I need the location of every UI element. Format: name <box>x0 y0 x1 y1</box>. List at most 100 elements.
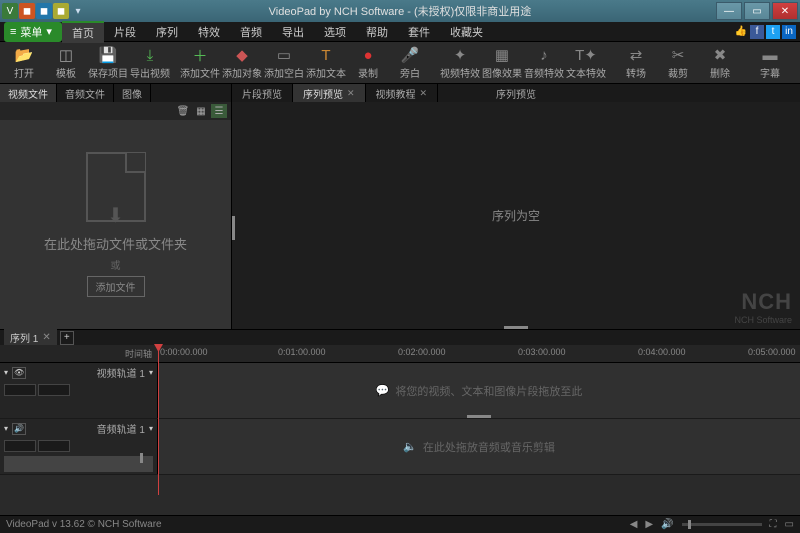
ruler-label: 时间轴 <box>0 347 158 360</box>
close-button[interactable]: ✕ <box>772 2 798 20</box>
chevron-down-icon[interactable]: ▾ <box>4 424 8 433</box>
menu-favorites[interactable]: 收藏夹 <box>440 22 493 42</box>
panel-resize-handle[interactable] <box>232 216 235 240</box>
add-file-button[interactable]: ＋添加文件 <box>180 44 220 82</box>
menu-home[interactable]: 首页 <box>62 21 104 43</box>
add-object-button[interactable]: ◆添加对象 <box>222 44 262 82</box>
media-tab-video[interactable]: 视频文件 <box>0 84 57 102</box>
version-text: VideoPad v 13.62 © NCH Software <box>6 519 162 530</box>
menu-help[interactable]: 帮助 <box>356 22 398 42</box>
zoom-fit-icon[interactable]: ⛶ <box>770 519 777 530</box>
add-sequence-button[interactable]: + <box>60 331 74 345</box>
storyboard-icon[interactable]: ▭ <box>785 519 794 530</box>
record-icon: ● <box>363 45 372 65</box>
export-icon: ⤓ <box>147 45 154 65</box>
delete-button[interactable]: ✖删除 <box>700 44 740 82</box>
transition-button[interactable]: ⇄转场 <box>616 44 656 82</box>
wand-icon: ✦ <box>454 45 467 65</box>
mute-toggle[interactable]: 🔊 <box>12 423 26 435</box>
menu-bar: ≡ 菜单 ▾ 首页 片段 序列 特效 音频 导出 选项 帮助 套件 收藏夹 👍 … <box>0 22 800 42</box>
chevron-down-icon[interactable]: ▾ <box>70 3 86 19</box>
app-icon: ◼ <box>19 3 35 19</box>
ruler-ticks[interactable]: 0:00:00.000 0:01:00.000 0:02:00.000 0:03… <box>158 345 800 362</box>
sequence-tab[interactable]: 序列 1 ✕ <box>4 329 57 346</box>
tick: 0:03:00.000 <box>518 347 566 357</box>
save-project-button[interactable]: 💾保存项目 <box>88 44 128 82</box>
image-fx-button[interactable]: ▦图像效果 <box>482 44 522 82</box>
folder-open-icon: 📂 <box>15 45 34 65</box>
trash-icon[interactable]: 🗑 <box>175 104 191 118</box>
text-icon: T <box>321 45 330 65</box>
open-button[interactable]: 📂打开 <box>4 44 44 82</box>
track-name: 音频轨道 1 <box>97 421 145 436</box>
chevron-down-icon[interactable]: ▾ <box>149 368 153 377</box>
fx-slot[interactable] <box>4 440 36 452</box>
menu-suite[interactable]: 套件 <box>398 22 440 42</box>
fx-slot[interactable] <box>38 384 70 396</box>
video-track-body[interactable]: 💬 将您的视频、文本和图像片段拖放至此 <box>158 363 800 418</box>
subtitle-icon: ▬ <box>763 45 778 65</box>
menu-effects[interactable]: 特效 <box>188 22 230 42</box>
maximize-button[interactable]: ▭ <box>744 2 770 20</box>
close-icon[interactable]: ✕ <box>42 332 50 343</box>
titlebar-app-icons: V ◼ ◼ ◼ ▾ <box>2 3 86 19</box>
add-blank-button[interactable]: ▭添加空白 <box>264 44 304 82</box>
list-view-icon[interactable]: ☰ <box>211 104 227 118</box>
audio-track-body[interactable]: 🔈 在此处拖放音频或音乐剪辑 <box>158 419 800 474</box>
volume-slider[interactable] <box>4 456 153 472</box>
menu-options[interactable]: 选项 <box>314 22 356 42</box>
linkedin-icon[interactable]: in <box>782 25 796 39</box>
add-text-button[interactable]: T添加文本 <box>306 44 346 82</box>
image-fx-icon: ▦ <box>495 45 509 65</box>
grid-view-icon[interactable]: ▦ <box>193 104 209 118</box>
chevron-down-icon[interactable]: ▾ <box>4 368 8 377</box>
facebook-icon[interactable]: f <box>750 25 764 39</box>
chevron-right-icon[interactable]: ▶ <box>645 519 653 530</box>
audio-track: ▾ 🔊 音频轨道 1 ▾ 🔈 在此处拖放音频或音乐剪辑 <box>0 419 800 475</box>
fx-slot[interactable] <box>4 384 36 396</box>
template-button[interactable]: ◫模板 <box>46 44 86 82</box>
text-fx-button[interactable]: T✦文本特效 <box>566 44 606 82</box>
playhead[interactable] <box>158 345 159 495</box>
speaker-icon[interactable]: 🔊 <box>661 519 673 530</box>
timeline-ruler[interactable]: 时间轴 0:00:00.000 0:01:00.000 0:02:00.000 … <box>0 345 800 363</box>
trim-button[interactable]: ✂裁剪 <box>658 44 698 82</box>
close-icon[interactable]: ✕ <box>347 88 355 99</box>
fx-slot[interactable] <box>38 440 70 452</box>
media-dropzone[interactable]: ⬇ 在此处拖动文件或文件夹 或 添加文件 <box>0 120 231 329</box>
menu-audio[interactable]: 音频 <box>230 22 272 42</box>
record-button[interactable]: ●录制 <box>348 44 388 82</box>
tick: 0:01:00.000 <box>278 347 326 357</box>
video-fx-button[interactable]: ✦视频特效 <box>440 44 480 82</box>
thumbsup-icon[interactable]: 👍 <box>734 25 748 39</box>
close-icon[interactable]: ✕ <box>420 88 428 99</box>
menu-sequence[interactable]: 序列 <box>146 22 188 42</box>
media-tab-image[interactable]: 图像 <box>114 84 151 102</box>
delete-icon: ✖ <box>714 45 727 65</box>
menu-export[interactable]: 导出 <box>272 22 314 42</box>
narration-button[interactable]: 🎤旁白 <box>390 44 430 82</box>
preview-tab-clip[interactable]: 片段预览 <box>232 84 293 102</box>
add-file-small-button[interactable]: 添加文件 <box>87 276 145 297</box>
media-tab-audio[interactable]: 音频文件 <box>57 84 114 102</box>
minimize-button[interactable]: — <box>716 2 742 20</box>
main-menu-label: 菜单 <box>20 24 42 40</box>
chevron-left-icon[interactable]: ◀ <box>630 519 638 530</box>
transition-icon: ⇄ <box>630 45 643 65</box>
preview-tab-tutorial[interactable]: 视频教程✕ <box>366 84 439 102</box>
visibility-toggle[interactable]: 👁 <box>12 367 26 379</box>
twitter-icon[interactable]: t <box>766 25 780 39</box>
export-video-button[interactable]: ⤓导出视频 <box>130 44 170 82</box>
chevron-down-icon[interactable]: ▾ <box>149 424 153 433</box>
preview-title: 序列预览 <box>496 86 536 101</box>
app-icon: ◼ <box>36 3 52 19</box>
drop-hint: 在此处拖动文件或文件夹 <box>44 234 187 253</box>
subtitle-button[interactable]: ▬字幕 <box>750 44 790 82</box>
preview-tab-sequence[interactable]: 序列预览✕ <box>293 84 366 102</box>
zoom-slider[interactable] <box>682 523 762 526</box>
shapes-icon: ◆ <box>236 45 248 65</box>
audio-fx-button[interactable]: ♪音频特效 <box>524 44 564 82</box>
panel-resize-handle[interactable] <box>504 326 528 329</box>
menu-clip[interactable]: 片段 <box>104 22 146 42</box>
main-menu-button[interactable]: ≡ 菜单 ▾ <box>4 22 62 42</box>
